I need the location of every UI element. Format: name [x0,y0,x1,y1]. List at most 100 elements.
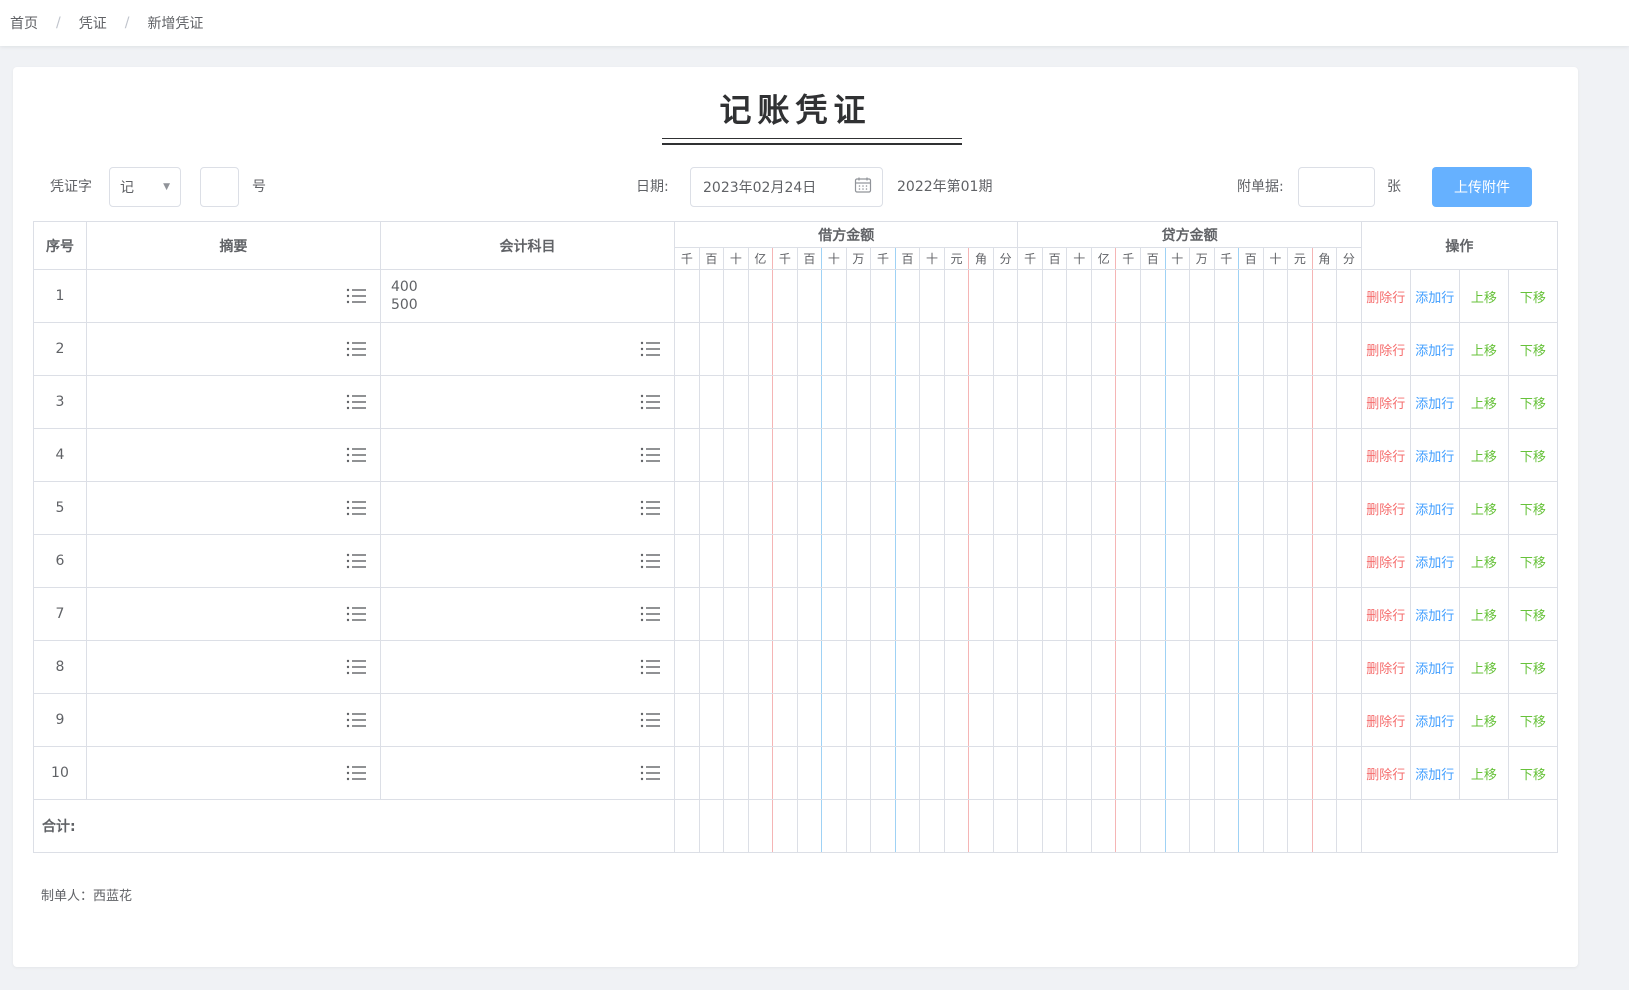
debit-digit-cell[interactable] [992,375,1019,429]
list-icon[interactable] [346,553,366,569]
debit-digit-cell[interactable] [747,587,774,641]
debit-digit-cell[interactable] [821,587,847,641]
debit-digit-cell[interactable] [772,534,798,588]
debit-digit-cell[interactable] [943,534,970,588]
debit-digit-cell[interactable] [674,587,700,641]
credit-digit-cell[interactable] [1311,587,1338,641]
debit-digit-cell[interactable] [943,375,970,429]
attachments-count-input[interactable] [1298,167,1375,207]
debit-digit-cell[interactable] [845,746,872,800]
credit-digit-cell[interactable] [1017,481,1043,535]
subject-cell[interactable] [379,534,676,588]
credit-digit-cell[interactable] [1139,375,1166,429]
debit-digit-cell[interactable] [747,375,774,429]
add-row-button[interactable]: 添加行 [1409,640,1460,694]
debit-digit-cell[interactable] [747,269,774,323]
credit-digit-cell[interactable] [1115,534,1141,588]
debit-digit-cell[interactable] [674,322,700,376]
credit-digit-cell[interactable] [1115,322,1141,376]
delete-row-button[interactable]: 删除行 [1360,534,1411,588]
credit-digit-cell[interactable] [1238,481,1264,535]
debit-digit-cell[interactable] [870,428,896,482]
debit-digit-cell[interactable] [894,534,921,588]
debit-digit-cell[interactable] [796,587,823,641]
debit-digit-cell[interactable] [845,428,872,482]
summary-cell[interactable] [85,534,381,588]
debit-digit-cell[interactable] [772,587,798,641]
debit-digit-cell[interactable] [870,587,896,641]
credit-digit-cell[interactable] [1017,746,1043,800]
debit-digit-cell[interactable] [968,746,994,800]
debit-digit-cell[interactable] [821,693,847,747]
add-row-button[interactable]: 添加行 [1409,746,1460,800]
subject-cell[interactable] [379,428,676,482]
credit-digit-cell[interactable] [1139,428,1166,482]
debit-digit-cell[interactable] [821,640,847,694]
list-icon[interactable] [346,288,366,304]
debit-digit-cell[interactable] [674,640,700,694]
debit-digit-cell[interactable] [943,481,970,535]
credit-digit-cell[interactable] [1041,693,1068,747]
credit-digit-cell[interactable] [1017,640,1043,694]
debit-digit-cell[interactable] [968,587,994,641]
debit-digit-cell[interactable] [698,693,725,747]
credit-digit-cell[interactable] [1238,640,1264,694]
debit-digit-cell[interactable] [698,269,725,323]
credit-digit-cell[interactable] [1090,640,1117,694]
debit-digit-cell[interactable] [870,375,896,429]
delete-row-button[interactable]: 删除行 [1360,481,1411,535]
credit-digit-cell[interactable] [1238,269,1264,323]
debit-digit-cell[interactable] [747,481,774,535]
debit-digit-cell[interactable] [723,322,749,376]
credit-digit-cell[interactable] [1287,269,1313,323]
add-row-button[interactable]: 添加行 [1409,322,1460,376]
delete-row-button[interactable]: 删除行 [1360,269,1411,323]
move-up-button[interactable]: 上移 [1458,428,1509,482]
debit-digit-cell[interactable] [894,640,921,694]
debit-digit-cell[interactable] [992,269,1019,323]
credit-digit-cell[interactable] [1164,534,1191,588]
list-icon[interactable] [640,553,661,569]
debit-digit-cell[interactable] [698,640,725,694]
credit-digit-cell[interactable] [1311,746,1338,800]
debit-digit-cell[interactable] [723,534,749,588]
credit-digit-cell[interactable] [1287,693,1313,747]
breadcrumb-home[interactable]: 首页 [10,13,38,33]
summary-cell[interactable] [85,693,381,747]
credit-digit-cell[interactable] [1262,746,1289,800]
credit-digit-cell[interactable] [1115,640,1141,694]
credit-digit-cell[interactable] [1164,375,1191,429]
list-icon[interactable] [640,394,661,410]
debit-digit-cell[interactable] [894,375,921,429]
move-down-button[interactable]: 下移 [1507,375,1559,429]
debit-digit-cell[interactable] [919,693,945,747]
credit-digit-cell[interactable] [1041,481,1068,535]
credit-digit-cell[interactable] [1066,481,1092,535]
debit-digit-cell[interactable] [674,693,700,747]
credit-digit-cell[interactable] [1189,693,1215,747]
credit-digit-cell[interactable] [1017,693,1043,747]
debit-digit-cell[interactable] [919,587,945,641]
credit-digit-cell[interactable] [1139,534,1166,588]
debit-digit-cell[interactable] [992,322,1019,376]
credit-digit-cell[interactable] [1115,746,1141,800]
credit-digit-cell[interactable] [1164,640,1191,694]
credit-digit-cell[interactable] [1336,269,1362,323]
debit-digit-cell[interactable] [870,269,896,323]
voucher-word-select[interactable]: 记 ▼ [109,167,181,207]
debit-digit-cell[interactable] [870,322,896,376]
debit-digit-cell[interactable] [943,693,970,747]
delete-row-button[interactable]: 删除行 [1360,640,1411,694]
debit-digit-cell[interactable] [674,481,700,535]
debit-digit-cell[interactable] [796,481,823,535]
debit-digit-cell[interactable] [919,534,945,588]
debit-digit-cell[interactable] [796,640,823,694]
credit-digit-cell[interactable] [1017,534,1043,588]
credit-digit-cell[interactable] [1090,693,1117,747]
credit-digit-cell[interactable] [1139,481,1166,535]
debit-digit-cell[interactable] [870,746,896,800]
list-icon[interactable] [640,341,661,357]
credit-digit-cell[interactable] [1041,269,1068,323]
credit-digit-cell[interactable] [1041,375,1068,429]
debit-digit-cell[interactable] [894,746,921,800]
